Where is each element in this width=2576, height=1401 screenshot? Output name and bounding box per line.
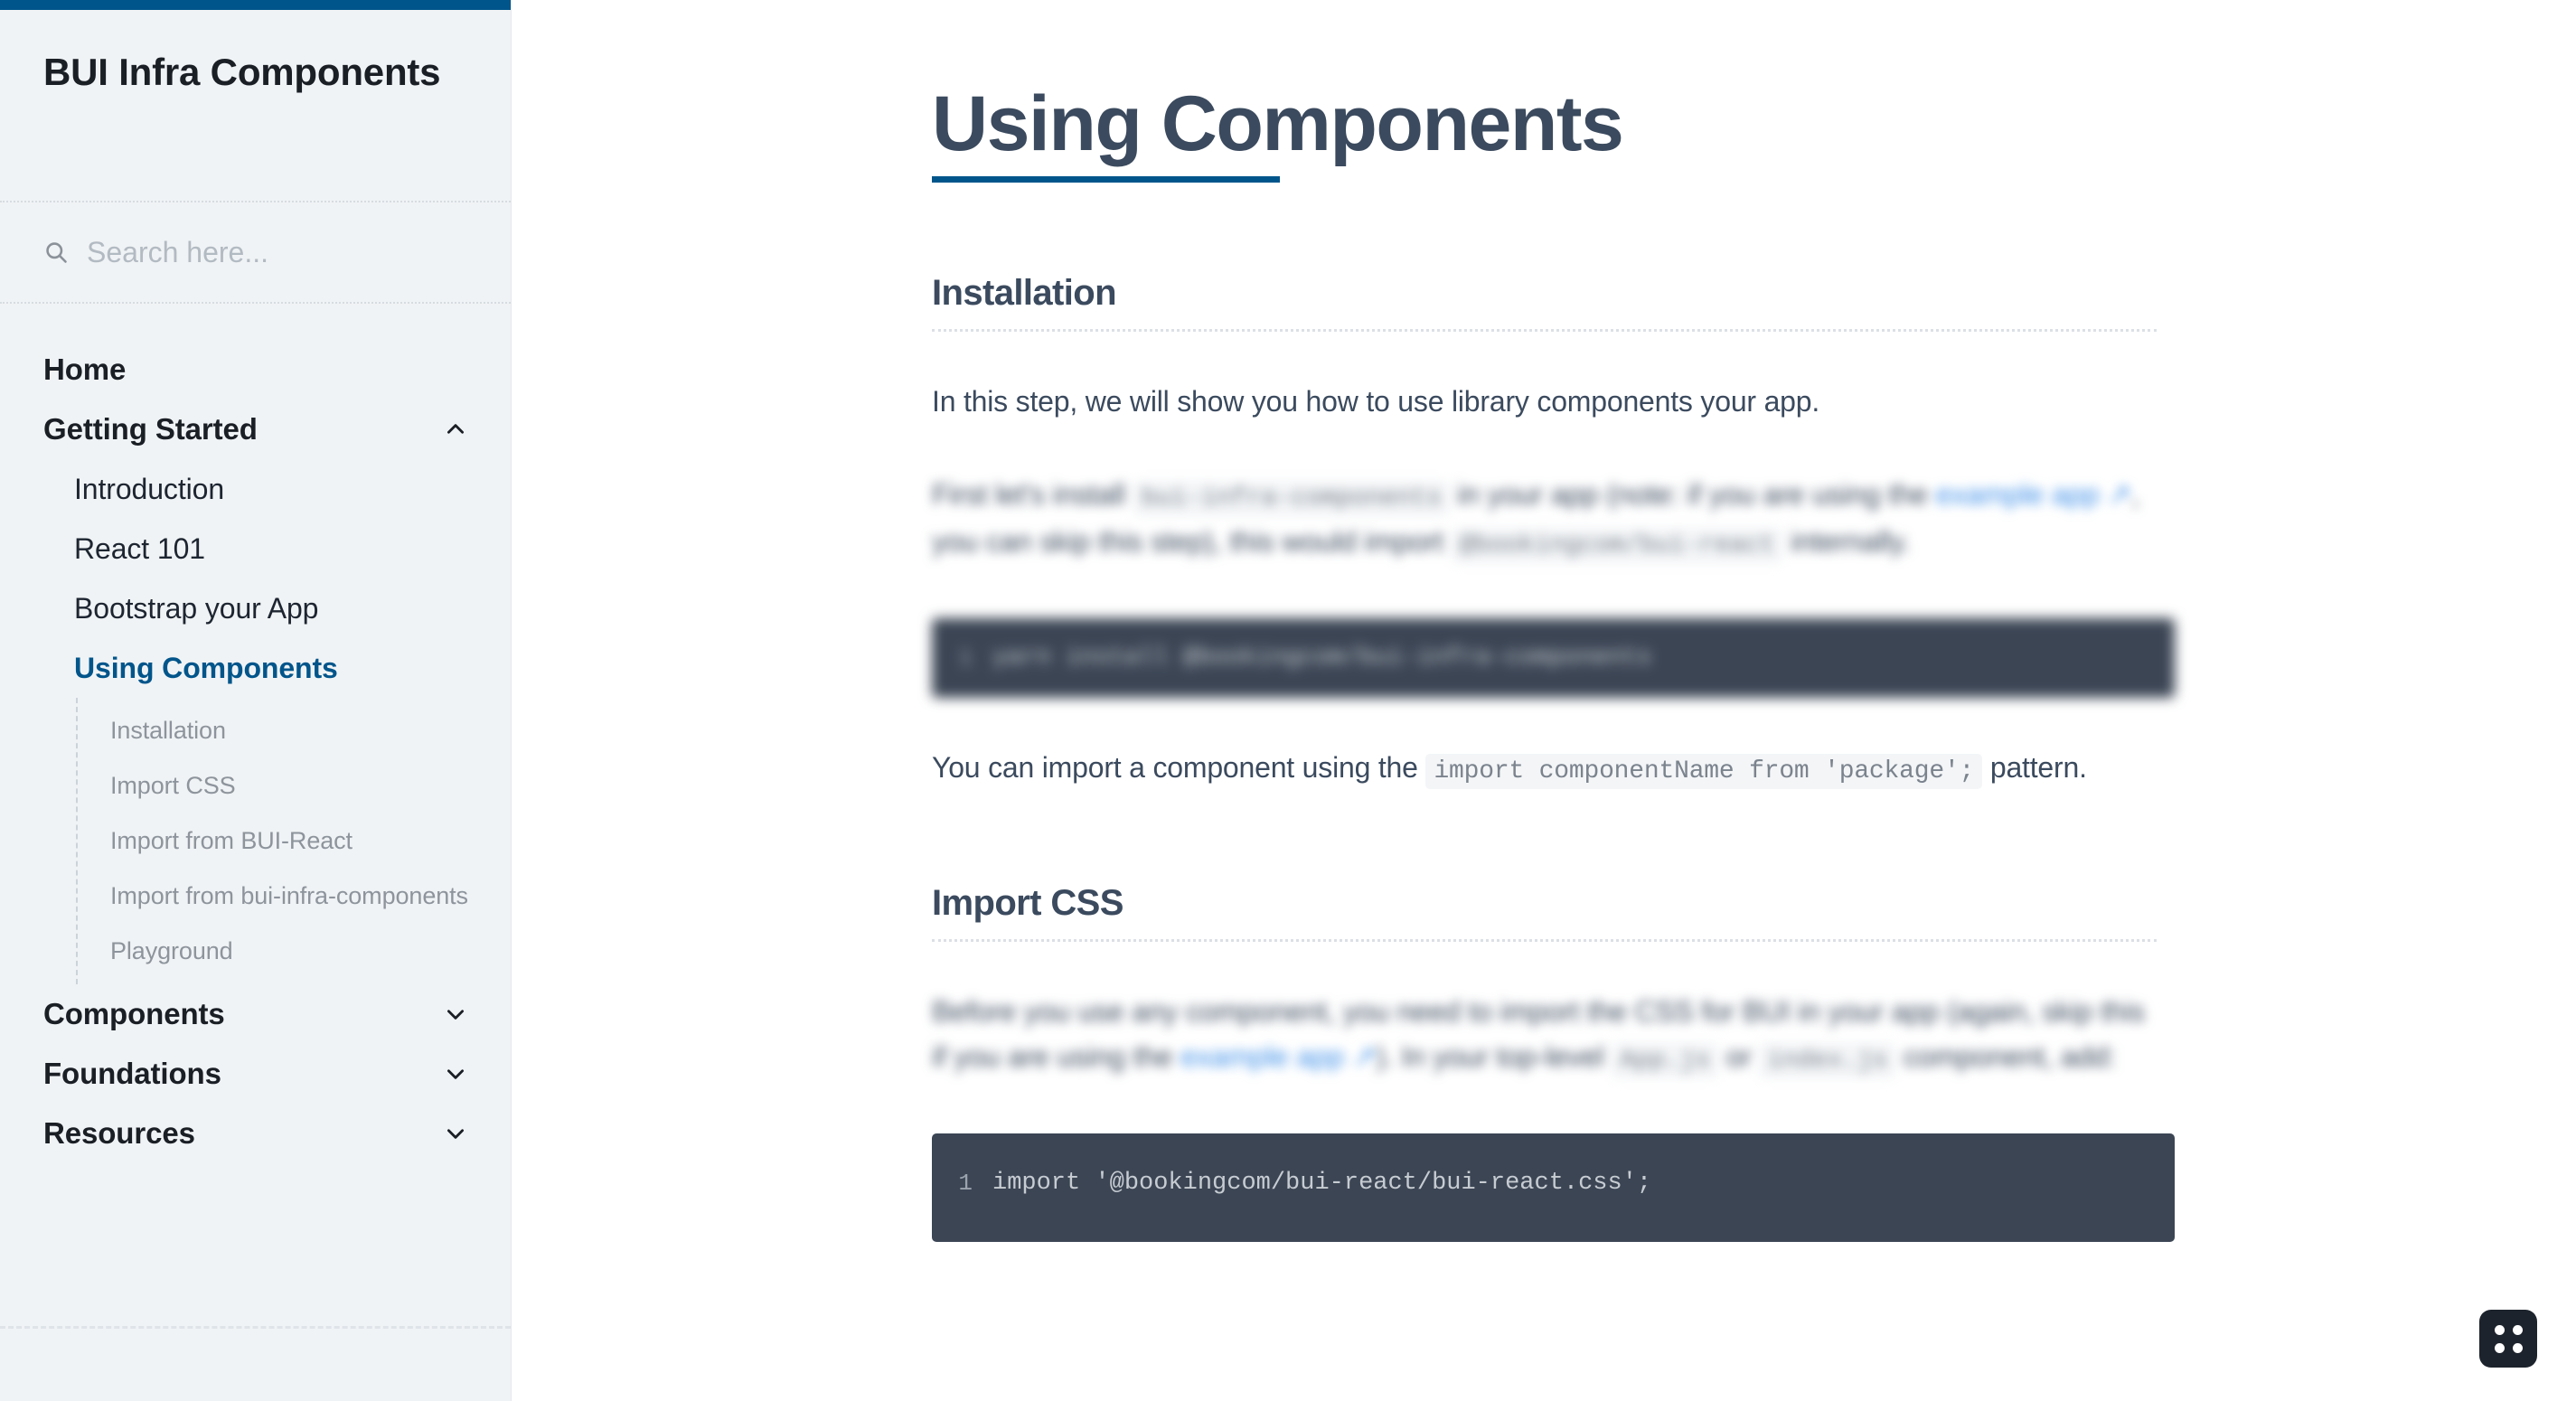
sidebar-item-home-label: Home	[43, 353, 127, 386]
import-css-paragraph: Before you use any component, you need t…	[932, 989, 2157, 1082]
sidebar-item-using-components[interactable]: Using Components	[0, 638, 511, 698]
sidebar-item-resources[interactable]: Resources	[0, 1104, 511, 1163]
code-block-install[interactable]: 1 yarn install @bookingcom/bui-infra-com…	[932, 618, 2175, 699]
code-block-import-css[interactable]: 1 import '@bookingcom/bui-react/bui-reac…	[932, 1133, 2175, 1243]
sidebar-item-components-label: Components	[43, 997, 225, 1030]
sidebar-item-introduction-label: Introduction	[74, 472, 225, 505]
sidebar-subsection-using-components: Installation Import CSS Import from BUI-…	[76, 698, 511, 984]
inline-code: index.js	[1759, 1043, 1896, 1079]
example-app-link[interactable]: example app ↗	[1936, 478, 2132, 511]
grid-dot	[2494, 1324, 2505, 1335]
sidebar-item-import-css-label: Import CSS	[110, 772, 236, 800]
sidebar-item-playground[interactable]: Playground	[78, 924, 511, 979]
grid-icon	[2494, 1324, 2523, 1353]
section-heading-installation: Installation	[932, 273, 1117, 314]
grid-dot	[2494, 1342, 2505, 1353]
text-fragment: You can import a component using the	[932, 751, 1426, 785]
section-rule	[932, 329, 2157, 333]
text-fragment: in your app (note: if you are using the	[1449, 477, 1936, 511]
brand-title: BUI Infra Components	[43, 51, 441, 93]
example-app-link[interactable]: example app ↗	[1180, 1040, 1377, 1073]
chevron-up-icon[interactable]	[444, 418, 467, 441]
sidebar-item-import-from-bui-react[interactable]: Import from BUI-React	[78, 813, 511, 869]
section-heading-import-css: Import CSS	[932, 882, 1123, 923]
sidebar-nav: Home Getting Started Introduction React …	[0, 304, 511, 1163]
sidebar-item-import-from-bui-infra-components-label: Import from bui-infra-components	[110, 882, 468, 910]
sidebar-item-introduction[interactable]: Introduction	[0, 459, 511, 519]
section-rule	[932, 938, 2157, 942]
sidebar-accent-bar	[0, 0, 511, 10]
inline-code-import-pattern: import componentName from 'package';	[1425, 754, 1983, 790]
text-fragment: or	[1717, 1040, 1760, 1074]
sidebar-item-getting-started[interactable]: Getting Started	[0, 400, 511, 459]
text-fragment: component, add:	[1895, 1040, 2117, 1074]
text-fragment: First let's install	[932, 477, 1133, 511]
code-line-text: import '@bookingcom/bui-react/bui-react.…	[992, 1170, 1652, 1198]
inline-code: bui-infra-components	[1133, 480, 1450, 516]
page-title: Using Components	[932, 80, 1624, 167]
grid-dot	[2512, 1324, 2523, 1335]
page-title-underline	[932, 176, 1280, 183]
import-pattern-paragraph: You can import a component using the imp…	[932, 745, 2157, 792]
sidebar-item-foundations[interactable]: Foundations	[0, 1044, 511, 1104]
sidebar-item-import-from-bui-react-label: Import from BUI-React	[110, 827, 353, 855]
search-input[interactable]	[87, 235, 467, 269]
sidebar: BUI Infra Components Home Getting Starte…	[0, 0, 512, 1401]
installation-install-paragraph: First let's install bui-infra-components…	[932, 472, 2157, 566]
code-line-number: 1	[958, 644, 973, 672]
sidebar-item-installation-label: Installation	[110, 717, 226, 745]
sidebar-item-home[interactable]: Home	[0, 340, 511, 400]
code-line-number: 1	[958, 1170, 973, 1198]
sidebar-footer-divider	[0, 1326, 511, 1329]
app-root: BUI Infra Components Home Getting Starte…	[0, 0, 2576, 1401]
installation-intro-paragraph: In this step, we will show you how to us…	[932, 385, 1820, 418]
search-bar[interactable]	[0, 202, 511, 302]
sidebar-item-getting-started-label: Getting Started	[43, 412, 258, 446]
doc-article: Using Components Installation In this st…	[512, 0, 2175, 1243]
text-fragment: internally.	[1782, 525, 1911, 559]
sidebar-item-bootstrap-your-app[interactable]: Bootstrap your App	[0, 578, 511, 638]
chevron-down-icon[interactable]	[444, 1122, 467, 1145]
brand[interactable]: BUI Infra Components	[0, 0, 511, 201]
code-line-text: yarn install @bookingcom/bui-infra-compo…	[992, 644, 1652, 672]
inline-code: @bookingcom/bui-react	[1451, 528, 1783, 564]
sidebar-item-import-from-bui-infra-components[interactable]: Import from bui-infra-components	[78, 869, 511, 924]
sidebar-item-import-css[interactable]: Import CSS	[78, 758, 511, 813]
inline-code: App.js	[1612, 1043, 1718, 1079]
chevron-down-icon[interactable]	[444, 1062, 467, 1086]
chevron-down-icon[interactable]	[444, 1002, 467, 1026]
sidebar-item-playground-label: Playground	[110, 937, 233, 965]
sidebar-item-components[interactable]: Components	[0, 984, 511, 1044]
sidebar-item-foundations-label: Foundations	[43, 1057, 221, 1090]
sidebar-item-bootstrap-your-app-label: Bootstrap your App	[74, 591, 319, 625]
grid-menu-fab-button[interactable]	[2479, 1310, 2537, 1368]
sidebar-item-react-101[interactable]: React 101	[0, 519, 511, 578]
sidebar-item-resources-label: Resources	[43, 1116, 195, 1150]
grid-dot	[2512, 1342, 2523, 1353]
text-fragment: pattern.	[1982, 751, 2087, 785]
main-content: Using Components Installation In this st…	[512, 0, 2576, 1401]
search-icon	[46, 242, 67, 263]
sidebar-item-installation[interactable]: Installation	[78, 703, 511, 758]
text-fragment: ). In your top-level	[1376, 1040, 1612, 1074]
sidebar-item-using-components-label: Using Components	[74, 651, 338, 684]
sidebar-item-react-101-label: React 101	[74, 531, 205, 565]
